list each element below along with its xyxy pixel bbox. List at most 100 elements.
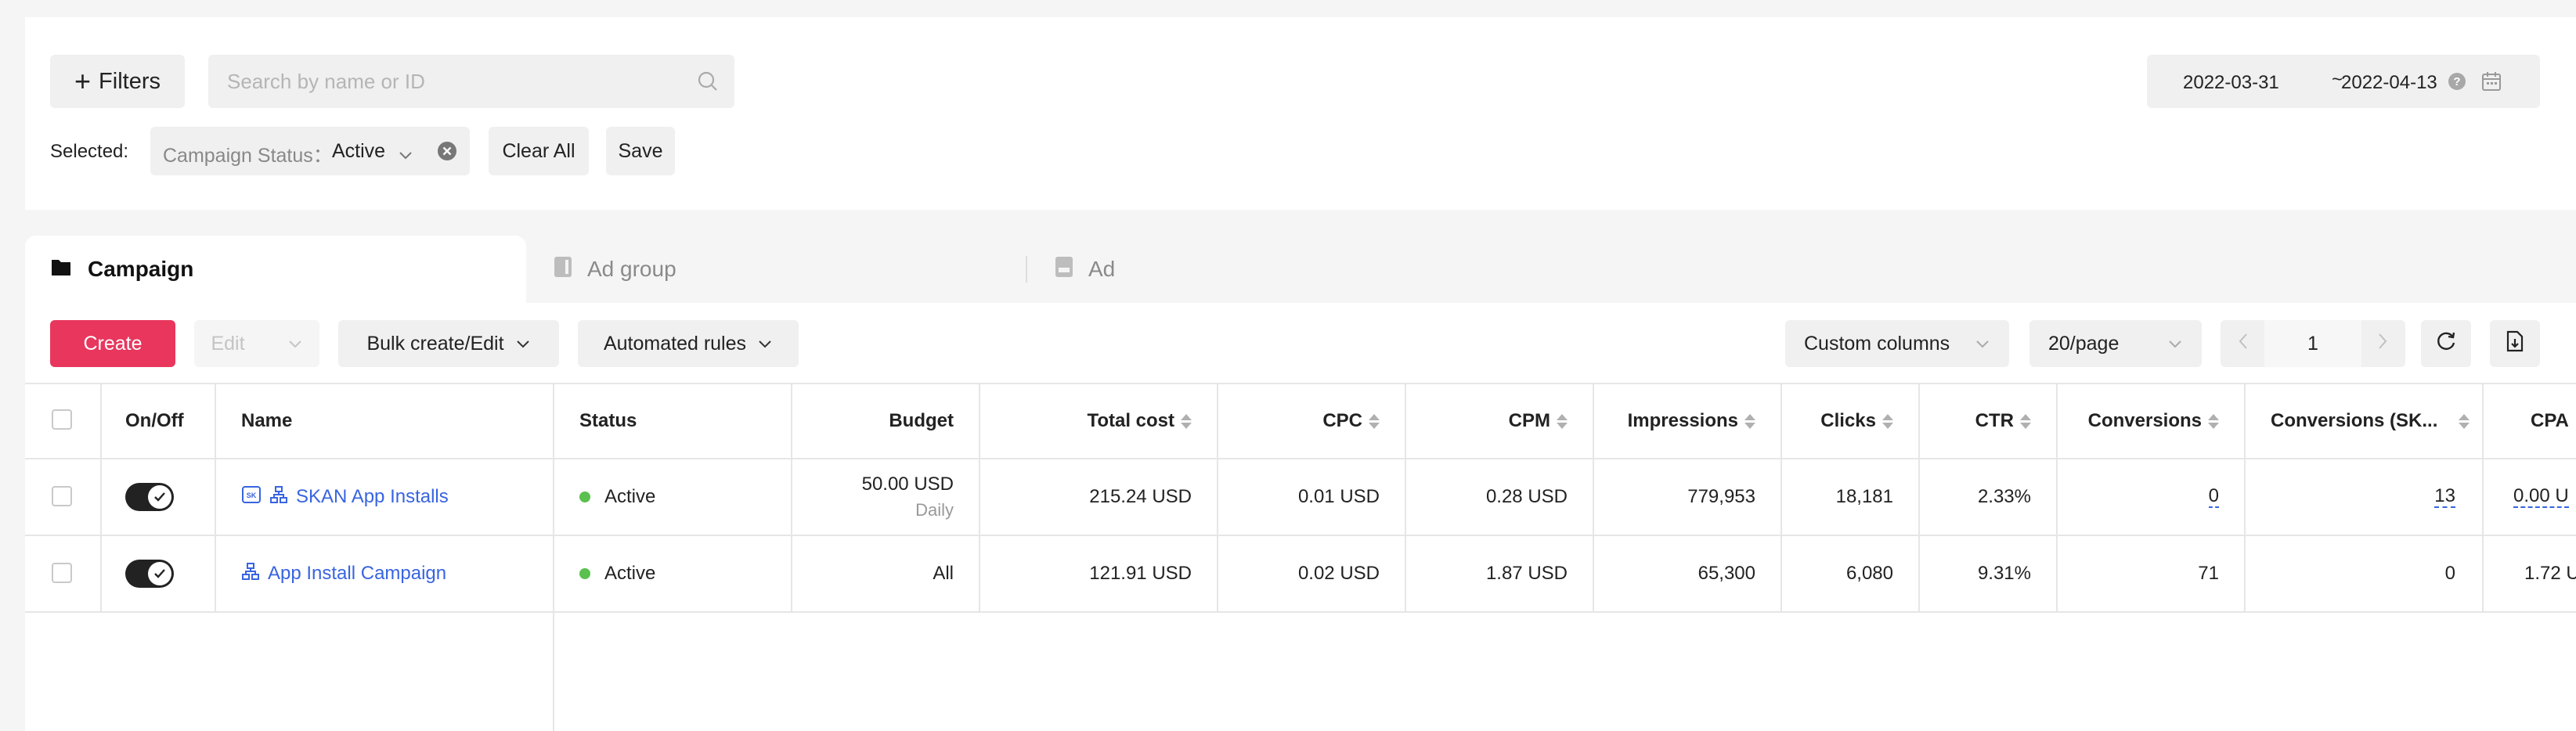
divider xyxy=(791,383,792,611)
divider xyxy=(25,611,2576,613)
sort-icon[interactable] xyxy=(2020,413,2031,429)
row-clicks: 6,080 xyxy=(1845,563,1893,584)
row-conversions[interactable]: 0 xyxy=(2070,459,2219,535)
row-cpm: 0.28 USD xyxy=(1485,486,1568,507)
tab-campaign[interactable]: Campaign xyxy=(25,236,526,303)
row-cpa[interactable]: 0.00 U xyxy=(2513,459,2576,535)
chevron-left-icon[interactable] xyxy=(2238,331,2249,356)
header-cpc[interactable]: CPC xyxy=(1231,383,1380,459)
row-toggle[interactable] xyxy=(125,483,174,511)
save-button[interactable]: Save xyxy=(606,127,675,175)
row-name[interactable]: SK SKAN App Installs xyxy=(241,459,449,535)
sort-icon[interactable] xyxy=(1744,413,1755,429)
header-cpm[interactable]: CPM xyxy=(1419,383,1568,459)
sort-icon[interactable] xyxy=(1369,413,1380,429)
budget-type: Daily xyxy=(915,500,954,520)
conversions-skan-value[interactable]: 13 xyxy=(2434,486,2455,508)
row-cpc: 0.02 USD xyxy=(1297,563,1380,584)
campaign-table: On/Off Name Status Budget Total cost CPC… xyxy=(25,383,2576,731)
divider xyxy=(2482,383,2484,611)
divider xyxy=(2056,383,2058,611)
svg-text:?: ? xyxy=(2453,75,2460,88)
custom-columns-select[interactable]: Custom columns xyxy=(1785,320,2009,367)
automated-rules-button[interactable]: Automated rules xyxy=(578,320,799,367)
help-icon[interactable]: ? xyxy=(2448,72,2466,96)
conversions-value[interactable]: 0 xyxy=(2208,486,2219,508)
current-page-input[interactable]: 1 xyxy=(2264,320,2361,367)
divider xyxy=(1780,383,1782,611)
chevron-right-icon[interactable] xyxy=(2377,331,2388,356)
tab-divider xyxy=(1026,256,1027,283)
row-ctr: 2.33% xyxy=(1977,486,2031,507)
row-checkbox[interactable] xyxy=(52,486,72,506)
divider xyxy=(2244,383,2246,611)
header-impressions-label: Impressions xyxy=(1627,410,1738,431)
header-impressions[interactable]: Impressions xyxy=(1607,383,1755,459)
sort-icon[interactable] xyxy=(1557,413,1568,429)
bulk-label: Bulk create/Edit xyxy=(366,332,504,355)
export-button[interactable] xyxy=(2490,320,2540,367)
header-budget-label: Budget xyxy=(889,410,954,431)
calendar-icon[interactable] xyxy=(2480,70,2502,98)
row-checkbox[interactable] xyxy=(52,563,72,583)
date-range-picker[interactable]: 2022-03-31 ~ 2022-04-13 ? xyxy=(2147,55,2540,108)
campaign-name-link[interactable]: App Install Campaign xyxy=(268,563,446,585)
tab-ad-label: Ad xyxy=(1088,257,1116,281)
divider xyxy=(100,383,102,611)
date-end[interactable]: 2022-04-13 xyxy=(2341,72,2437,94)
header-conversions-skan[interactable]: Conversions (SK... xyxy=(2271,383,2470,459)
cpa-value[interactable]: 0.00 U xyxy=(2513,486,2569,508)
row-name[interactable]: App Install Campaign xyxy=(241,536,446,611)
row-total-cost: 215.24 USD xyxy=(1089,486,1192,507)
search-icon[interactable] xyxy=(697,70,719,96)
header-cpa: CPA xyxy=(2531,410,2569,431)
divider xyxy=(1405,383,1406,611)
clear-all-button[interactable]: Clear All xyxy=(489,127,589,175)
hierarchy-icon xyxy=(241,562,260,586)
page-size-label: 20/page xyxy=(2048,332,2120,355)
chevron-down-icon xyxy=(287,333,303,355)
sort-icon[interactable] xyxy=(1882,413,1893,429)
search-box[interactable] xyxy=(208,55,734,108)
selected-label: Selected: xyxy=(50,141,129,162)
folder-icon xyxy=(50,257,72,283)
page-size-select[interactable]: 20/page xyxy=(2029,320,2202,367)
header-total-cost[interactable]: Total cost xyxy=(996,383,1192,459)
select-all-checkbox[interactable] xyxy=(52,409,72,430)
export-icon xyxy=(2504,329,2526,358)
divider xyxy=(215,383,216,611)
sort-icon[interactable] xyxy=(1181,413,1192,429)
row-toggle[interactable] xyxy=(125,560,174,588)
bulk-create-edit-button[interactable]: Bulk create/Edit xyxy=(338,320,559,367)
skan-icon: SK xyxy=(241,485,262,510)
clear-icon[interactable] xyxy=(437,141,457,167)
header-conversions-label: Conversions xyxy=(2087,410,2202,431)
campaign-name-link[interactable]: SKAN App Installs xyxy=(296,486,449,508)
filters-button[interactable]: + Filters xyxy=(50,55,185,108)
create-button[interactable]: Create xyxy=(50,320,175,367)
chevron-down-icon xyxy=(1975,333,1990,355)
chevron-down-icon[interactable] xyxy=(398,144,413,167)
svg-text:SK: SK xyxy=(247,492,257,499)
divider xyxy=(1918,383,1920,611)
sort-icon[interactable] xyxy=(2459,413,2470,429)
search-input[interactable] xyxy=(227,64,666,99)
edit-button[interactable]: Edit xyxy=(194,320,319,367)
check-icon xyxy=(148,485,171,509)
status-text: Active xyxy=(604,563,656,584)
refresh-button[interactable] xyxy=(2421,320,2471,367)
divider xyxy=(553,383,554,731)
sort-icon[interactable] xyxy=(2208,413,2219,429)
row-total-cost: 121.91 USD xyxy=(1089,563,1192,584)
chevron-down-icon xyxy=(757,333,773,355)
header-ctr[interactable]: CTR xyxy=(1932,383,2031,459)
header-conversions[interactable]: Conversions xyxy=(2070,383,2219,459)
plus-icon: + xyxy=(74,65,92,97)
tab-ad-group[interactable]: Ad group xyxy=(553,236,676,303)
header-clicks[interactable]: Clicks xyxy=(1795,383,1893,459)
date-start[interactable]: 2022-03-31 xyxy=(2183,72,2279,94)
status-filter-chip[interactable]: Campaign Status： Active xyxy=(150,127,470,175)
chevron-down-icon xyxy=(515,333,531,355)
tab-ad[interactable]: Ad xyxy=(1054,236,1115,303)
row-conversions-skan[interactable]: 13 xyxy=(2271,459,2455,535)
